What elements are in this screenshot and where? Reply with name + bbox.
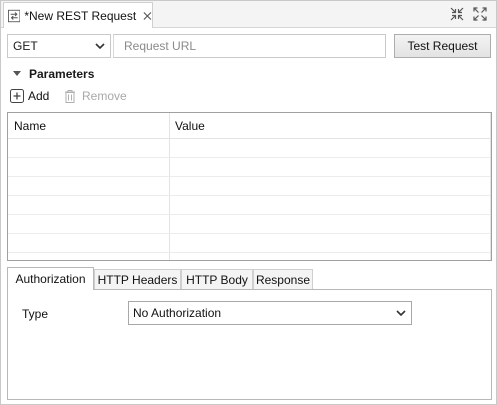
http-method-value: GET bbox=[13, 39, 38, 53]
editor-tab-title: *New REST Request bbox=[24, 8, 137, 23]
tab-http-body[interactable]: HTTP Body bbox=[181, 269, 253, 290]
column-divider bbox=[169, 113, 170, 260]
add-label: Add bbox=[28, 89, 50, 103]
authorization-panel: Type No Authorization bbox=[7, 289, 492, 400]
tab-http-headers[interactable]: HTTP Headers bbox=[94, 269, 181, 290]
remove-label: Remove bbox=[82, 89, 127, 103]
table-row-line bbox=[8, 195, 491, 196]
table-row-line bbox=[8, 233, 491, 234]
http-method-select[interactable]: GET bbox=[7, 34, 111, 58]
column-header-value[interactable]: Value bbox=[175, 119, 205, 133]
chevron-down-icon bbox=[95, 43, 105, 50]
auth-type-label: Type bbox=[22, 307, 49, 321]
collapse-triangle-icon bbox=[13, 71, 21, 76]
table-row-line bbox=[8, 157, 491, 158]
table-row-line bbox=[8, 252, 491, 253]
parameters-title: Parameters bbox=[29, 67, 95, 81]
tab-authorization[interactable]: Authorization bbox=[7, 267, 94, 290]
editor-tab[interactable]: *New REST Request bbox=[3, 2, 153, 28]
chevron-down-icon bbox=[396, 310, 406, 317]
maximize-icon[interactable] bbox=[472, 6, 488, 22]
add-icon bbox=[10, 89, 24, 103]
table-row-line bbox=[8, 176, 491, 177]
close-icon[interactable] bbox=[143, 11, 152, 21]
table-row-line bbox=[8, 214, 491, 215]
request-url-input[interactable] bbox=[113, 34, 386, 58]
table-right-edge bbox=[490, 113, 491, 260]
editor-tab-bar: *New REST Request bbox=[1, 1, 496, 28]
request-detail-tabs: Authorization HTTP Headers HTTP Body Res… bbox=[7, 267, 492, 290]
parameters-table[interactable]: Name Value bbox=[7, 112, 492, 261]
parameters-section-header[interactable]: Parameters bbox=[13, 67, 94, 81]
minimize-icon[interactable] bbox=[449, 6, 465, 22]
test-request-button[interactable]: Test Request bbox=[394, 34, 491, 58]
auth-type-select[interactable]: No Authorization bbox=[128, 301, 412, 325]
tab-response[interactable]: Response bbox=[253, 269, 313, 290]
add-parameter-button[interactable]: Add bbox=[10, 88, 49, 104]
rest-request-icon bbox=[8, 9, 21, 22]
rest-request-editor: *New REST Request GET Test Request bbox=[0, 0, 497, 405]
column-header-name[interactable]: Name bbox=[14, 119, 46, 133]
remove-parameter-button[interactable]: Remove bbox=[64, 88, 127, 104]
auth-type-value: No Authorization bbox=[133, 306, 222, 320]
trash-icon bbox=[65, 90, 75, 103]
table-header-row: Name Value bbox=[8, 113, 491, 139]
